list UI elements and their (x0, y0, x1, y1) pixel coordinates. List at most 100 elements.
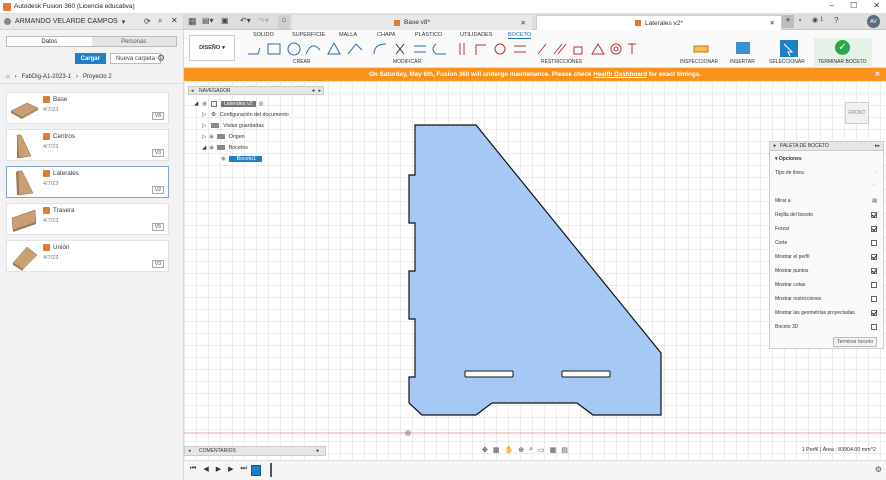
file-card-base[interactable]: Base 4/7/23 V8 (6, 92, 169, 124)
eye-icon[interactable]: ◉ (209, 145, 214, 151)
viewcube[interactable]: FRONT (845, 102, 869, 124)
play-icon[interactable]: ▶ (216, 465, 221, 473)
close-tab-icon[interactable]: ✕ (521, 19, 526, 27)
home-icon[interactable]: ⌂ (6, 74, 10, 80)
palette-row-dimensions[interactable]: Mostrar cotas (775, 281, 877, 289)
close-tab-icon[interactable]: ✕ (770, 19, 775, 27)
palette-section[interactable]: ▾ Opciones (775, 155, 877, 163)
health-dashboard-link[interactable]: Health Dashboard (593, 71, 647, 78)
group-insertar[interactable]: INSERTAR (730, 59, 755, 65)
first-step-icon[interactable]: ⏮ (190, 465, 196, 473)
file-menu-icon[interactable]: ▤▾ (202, 16, 214, 25)
look-at-icon[interactable]: ▦ (493, 446, 500, 454)
tab-malla[interactable]: MALLA (339, 32, 357, 38)
breadcrumb-folder[interactable]: Proyecto 2 (83, 74, 112, 80)
notifications-icon[interactable]: ◉ (812, 16, 818, 24)
centerline-icon[interactable]: ⌒ (872, 184, 877, 191)
last-step-icon[interactable]: ⏭ (240, 465, 246, 473)
save-icon[interactable]: ▣ (221, 16, 229, 25)
display-settings-icon[interactable]: ▭ (538, 446, 545, 454)
minimize-button[interactable]: – (830, 1, 834, 10)
version-badge[interactable]: V3 (151, 260, 164, 268)
checkbox[interactable] (871, 282, 877, 288)
tab-datos[interactable]: Datos (7, 37, 92, 46)
maximize-button[interactable]: ☐ (850, 1, 857, 10)
group-crear[interactable]: CREAR (293, 59, 311, 65)
palette-row-line-type[interactable]: Tipo de línea ⟋ (775, 169, 877, 177)
tree-row-config[interactable]: ▷ ⚙ Configuración del documento (188, 109, 324, 120)
palette-row-look-at[interactable]: Mirar a ▤ (775, 197, 877, 205)
checkbox[interactable] (871, 310, 877, 316)
grid-apps-icon[interactable]: ▦ (188, 16, 197, 27)
group-terminar-boceto[interactable]: TERMINAR BOCETO (818, 59, 867, 65)
checkbox[interactable] (871, 254, 877, 260)
orbit-icon[interactable]: ✥ (482, 446, 488, 454)
checkbox[interactable] (871, 226, 877, 232)
checkbox[interactable] (871, 324, 877, 330)
breadcrumb-project[interactable]: FabDig-A1-2023-1 (22, 74, 71, 80)
timeline-settings-icon[interactable]: ⚙ (875, 465, 882, 474)
triangle-down-icon[interactable]: ◢ (202, 145, 206, 151)
eye-icon[interactable]: ◉ (221, 156, 226, 162)
file-card-union[interactable]: Unión 4/7/23 V3 (6, 240, 169, 272)
group-inspeccionar[interactable]: INSPECCIONAR (680, 59, 718, 65)
version-badge[interactable]: V2 (151, 186, 164, 194)
triangle-right-icon[interactable]: ▷ (202, 134, 206, 140)
checkmark-icon[interactable]: ✓ (835, 40, 850, 55)
refresh-icon[interactable]: ⟳ (144, 17, 151, 26)
tab-plastico[interactable]: PLÁSTICO (415, 32, 442, 38)
palette-header[interactable]: ● PALETA DE BOCETO ▸▸ (770, 142, 883, 151)
eye-icon[interactable]: ◉ (202, 101, 207, 107)
undo-icon[interactable]: ↶▾ (240, 16, 251, 25)
construction-line-icon[interactable]: ⟋ (873, 170, 877, 176)
help-icon[interactable]: ? (834, 16, 838, 25)
sketch-profile[interactable] (408, 124, 662, 416)
comments-panel[interactable]: ◂ COMENTARIOS ● (184, 446, 326, 456)
version-badge[interactable]: V8 (151, 112, 164, 120)
close-banner-icon[interactable]: ✕ (875, 71, 880, 78)
upload-button[interactable]: Cargar (74, 53, 106, 64)
file-card-centros[interactable]: Centros 4/7/23 V3 (6, 129, 169, 161)
palette-row-snap[interactable]: Forzar (775, 225, 877, 233)
doc-tab-base[interactable]: Base v8* ✕ (292, 15, 532, 30)
pin-icon[interactable]: ● (773, 143, 776, 149)
palette-row-slice[interactable]: Corte (775, 239, 877, 247)
palette-row-projected[interactable]: Mostrar las geometrías proyectadas (775, 309, 877, 317)
file-card-laterales[interactable]: Laterales 4/7/23 V2 (6, 166, 169, 198)
sketch-slot[interactable] (561, 370, 611, 378)
new-folder-button[interactable]: Nueva carpeta (109, 53, 161, 64)
new-tab-icon[interactable]: + (782, 15, 794, 28)
radio-icon[interactable]: ◎ (259, 101, 264, 107)
tab-chapa[interactable]: CHAPA (377, 32, 396, 38)
grid-settings-icon[interactable]: ▦ (550, 446, 557, 454)
pin-icon[interactable]: ● (312, 88, 315, 94)
close-panel-icon[interactable]: ✕ (171, 16, 178, 25)
palette-row-points[interactable]: Mostrar puntos (775, 267, 877, 275)
search-icon[interactable]: ⌕ (158, 16, 162, 26)
tab-utilidades[interactable]: UTILIDADES (460, 32, 492, 38)
close-button[interactable]: ✕ (873, 1, 880, 10)
sketch-slot[interactable] (464, 370, 514, 378)
user-name[interactable]: ARMANDO VELARDE CAMPOS (15, 18, 118, 25)
tab-superficie[interactable]: SUPERFICIE (292, 32, 325, 38)
tab-personas[interactable]: Personas (91, 37, 176, 46)
prev-step-icon[interactable]: ◀ (203, 465, 208, 473)
triangle-right-icon[interactable]: ▷ (202, 112, 206, 118)
finish-sketch-button[interactable]: Terminar boceto (833, 337, 877, 347)
expand-icon[interactable]: ▸▸ (875, 143, 880, 149)
tab-solido[interactable]: SOLIDO (253, 32, 274, 38)
redo-icon[interactable]: ↷▾ (258, 16, 269, 25)
palette-row-constraints[interactable]: Mostrar restricciones (775, 295, 877, 303)
triangle-right-icon[interactable]: ▷ (202, 123, 206, 129)
group-modificar[interactable]: MODIFICAR (393, 59, 421, 65)
chevron-down-icon[interactable]: ▾ (122, 18, 126, 26)
home-tab-icon[interactable]: ⌂ (278, 15, 290, 29)
checkbox[interactable] (871, 212, 877, 218)
group-seleccionar[interactable]: SELECCIONAR (769, 59, 805, 65)
look-at-icon[interactable]: ▤ (872, 198, 877, 204)
group-restricciones[interactable]: RESTRICCIONES (541, 59, 582, 65)
pan-icon[interactable]: ✋ (505, 446, 514, 454)
collapse-icon[interactable]: ◂ (188, 448, 191, 454)
timeline-marker[interactable] (270, 463, 272, 477)
avatar[interactable]: AV (867, 15, 880, 28)
